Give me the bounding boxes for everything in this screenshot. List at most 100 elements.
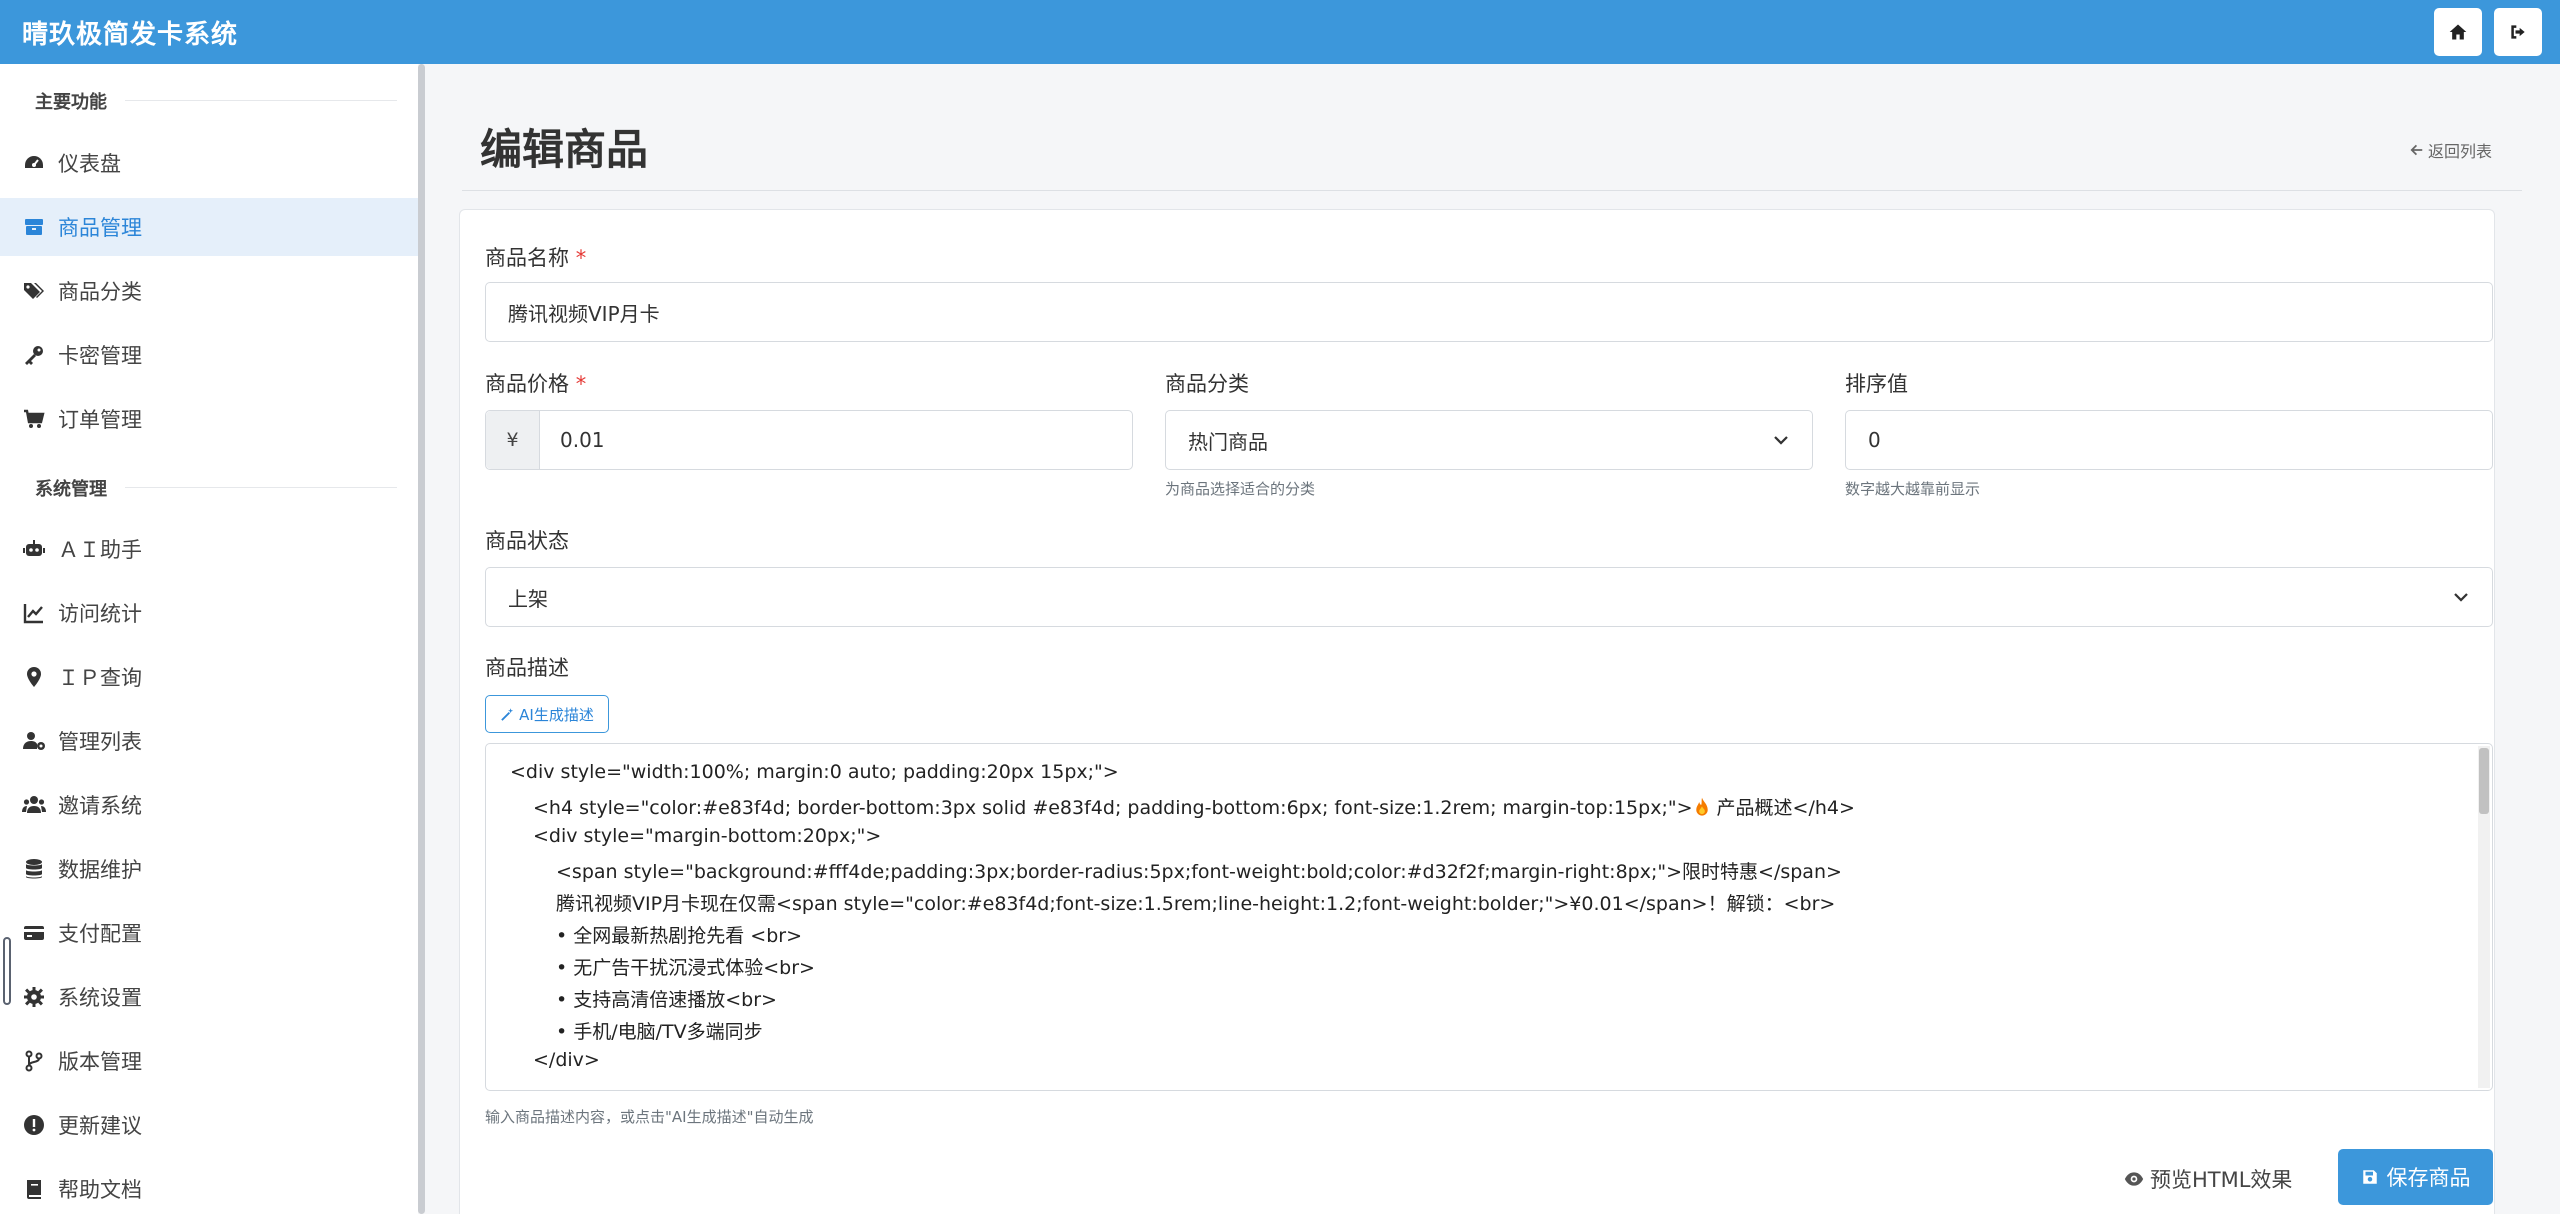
sidebar-item-visit-stats[interactable]: 访问统计 (0, 584, 418, 642)
credit-card-icon (21, 920, 47, 946)
cart-icon (21, 406, 47, 432)
sidebar-item-categories[interactable]: 商品分类 (0, 262, 418, 320)
sidebar: 主要功能 仪表盘 商品管理 商品分类 卡密管理 订单管理 系统管理 ＡＩ助手 访… (0, 64, 418, 1214)
key-icon (21, 342, 47, 368)
users-icon (21, 792, 47, 818)
box-icon (21, 214, 47, 240)
code-line: • 无广告干扰沉浸式体验<br> (556, 957, 815, 979)
sidebar-item-label: 支付配置 (58, 922, 142, 946)
sidebar-item-invites[interactable]: 邀请系统 (0, 776, 418, 834)
sidebar-item-label: 帮助文档 (58, 1178, 142, 1202)
product-name-label: 商品名称 * (485, 246, 587, 270)
sidebar-item-ip-lookup[interactable]: ＩＰ查询 (0, 648, 418, 706)
save-button-label: 保存商品 (2386, 1166, 2471, 1190)
sidebar-section-system: 系统管理 (35, 479, 107, 500)
product-status-select[interactable]: 上架 (485, 567, 2493, 627)
sidebar-item-label: 访问统计 (58, 602, 142, 626)
sidebar-item-label: 版本管理 (58, 1050, 142, 1074)
section-divider (125, 100, 397, 101)
chevron-down-icon (1774, 436, 1788, 445)
sidebar-item-label: 订单管理 (58, 408, 142, 432)
code-line: <div style="margin-bottom:20px;"> (533, 825, 882, 847)
sidebar-item-label: 管理列表 (58, 730, 142, 754)
sort-order-value: 0 (1868, 428, 1881, 452)
sidebar-item-products[interactable]: 商品管理 (0, 198, 418, 256)
sidebar-scrollbar[interactable] (418, 64, 425, 1214)
top-bar: 晴玖极简发卡系统 (0, 0, 2560, 64)
code-line: <div style="width:100%; margin:0 auto; p… (510, 761, 1119, 783)
code-line: <h4 style="color:#e83f4d; border-bottom:… (533, 797, 1855, 819)
sidebar-item-ai-assistant[interactable]: ＡＩ助手 (0, 520, 418, 578)
sign-out-icon (2511, 25, 2525, 39)
sidebar-item-versions[interactable]: 版本管理 (0, 1032, 418, 1090)
section-divider (125, 487, 397, 488)
category-hint: 为商品选择适合的分类 (1165, 480, 1316, 498)
code-branch-icon (21, 1048, 47, 1074)
tags-icon (21, 278, 47, 304)
description-hint: 输入商品描述内容，或点击"AI生成描述"自动生成 (485, 1108, 814, 1126)
sort-order-input[interactable]: 0 (1845, 410, 2493, 470)
exclamation-circle-icon (21, 1112, 47, 1138)
product-price-value: 0.01 (560, 428, 605, 452)
edge-scroll-handle[interactable] (3, 937, 11, 1005)
product-description-textarea[interactable]: <div style="width:100%; margin:0 auto; p… (485, 743, 2493, 1091)
product-status-label: 商品状态 (485, 529, 569, 553)
sidebar-item-dashboard[interactable]: 仪表盘 (0, 134, 418, 192)
textarea-scrollbar-thumb[interactable] (2479, 748, 2489, 814)
code-line: • 全网最新热剧抢先看 <br> (556, 925, 802, 947)
sidebar-item-label: 系统设置 (58, 986, 142, 1010)
sidebar-item-settings[interactable]: 系统设置 (0, 968, 418, 1026)
product-price-input[interactable]: ¥ 0.01 (485, 410, 1133, 470)
preview-html-button[interactable]: 预览HTML效果 (2124, 1164, 2292, 1194)
map-pin-icon (21, 664, 47, 690)
sidebar-item-suggestions[interactable]: 更新建议 (0, 1096, 418, 1154)
gear-icon (21, 984, 47, 1010)
back-to-list-link[interactable]: 返回列表 (2410, 138, 2492, 162)
product-category-label: 商品分类 (1165, 372, 1249, 396)
code-line: • 支持高清倍速播放<br> (556, 989, 777, 1011)
product-category-value: 热门商品 (1188, 429, 1268, 454)
robot-icon (21, 536, 47, 562)
chart-line-icon (21, 600, 47, 626)
app-title: 晴玖极简发卡系统 (22, 20, 239, 50)
product-description-label: 商品描述 (485, 656, 569, 680)
save-icon (2362, 1170, 2377, 1184)
save-product-button[interactable]: 保存商品 (2338, 1149, 2493, 1205)
sidebar-item-data-maintenance[interactable]: 数据维护 (0, 840, 418, 898)
sidebar-item-orders[interactable]: 订单管理 (0, 390, 418, 448)
ai-generate-description-button[interactable]: AI生成描述 (485, 695, 609, 733)
code-line: <span style="background:#fff4de;padding:… (556, 861, 1842, 883)
sidebar-item-label: 商品分类 (58, 280, 142, 304)
magic-wand-icon (501, 707, 514, 721)
sidebar-item-admin-list[interactable]: 管理列表 (0, 712, 418, 770)
sidebar-item-card-keys[interactable]: 卡密管理 (0, 326, 418, 384)
product-price-label: 商品价格 * (485, 372, 587, 396)
sidebar-section-main: 主要功能 (35, 92, 107, 113)
logout-button[interactable] (2494, 8, 2542, 56)
eye-icon (2124, 1172, 2144, 1186)
product-category-select[interactable]: 热门商品 (1165, 410, 1813, 470)
currency-prefix: ¥ (486, 411, 540, 469)
database-icon (21, 856, 47, 882)
sidebar-item-label: 商品管理 (58, 216, 142, 240)
sort-order-label: 排序值 (1845, 372, 1908, 396)
sidebar-item-label: 卡密管理 (58, 344, 142, 368)
back-link-label: 返回列表 (2428, 142, 2493, 161)
code-line: </div> (533, 1049, 600, 1071)
sidebar-item-label: 邀请系统 (58, 794, 142, 818)
sidebar-item-label: 更新建议 (58, 1114, 142, 1138)
users-cog-icon (21, 728, 47, 754)
ai-button-label: AI生成描述 (519, 705, 594, 724)
code-line: • 手机/电脑/TV多端同步 (556, 1021, 763, 1043)
product-name-value: 腾讯视频VIP月卡 (508, 301, 660, 326)
chevron-down-icon (2454, 593, 2468, 602)
arrow-left-icon (2410, 144, 2423, 156)
page-title: 编辑商品 (480, 125, 649, 174)
sidebar-item-help-docs[interactable]: 帮助文档 (0, 1160, 418, 1214)
sidebar-item-payment[interactable]: 支付配置 (0, 904, 418, 962)
product-status-value: 上架 (508, 586, 548, 611)
home-button[interactable] (2434, 8, 2482, 56)
code-line: 腾讯视频VIP月卡现在仅需<span style="color:#e83f4d;… (556, 893, 1836, 915)
product-name-input[interactable]: 腾讯视频VIP月卡 (485, 282, 2493, 342)
title-divider (462, 190, 2522, 191)
